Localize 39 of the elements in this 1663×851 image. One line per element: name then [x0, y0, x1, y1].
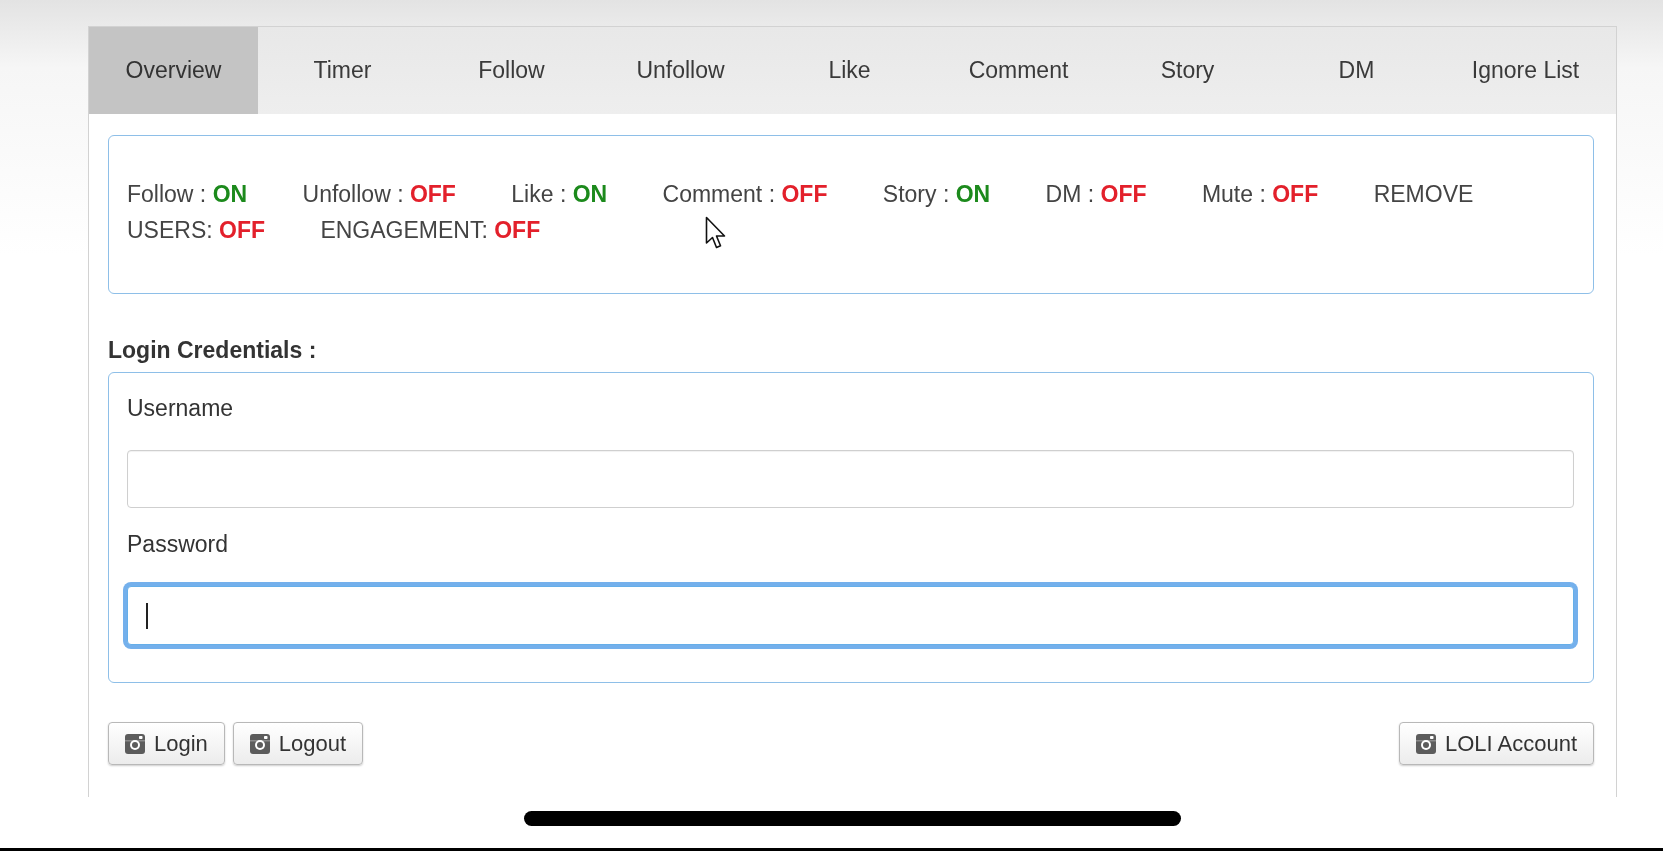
status-label: USERS:	[127, 217, 213, 243]
status-label: DM :	[1045, 181, 1095, 207]
status-value: OFF	[1100, 181, 1147, 207]
status-value: ON	[955, 181, 991, 207]
status-label: Comment :	[662, 181, 776, 207]
status-value: OFF	[1272, 181, 1319, 207]
status-label: REMOVE	[1373, 181, 1474, 207]
tab[interactable]: Follow	[427, 27, 596, 114]
tab[interactable]: Story	[1103, 27, 1272, 114]
status-label: Unfollow :	[302, 181, 404, 207]
field-label: Password	[127, 530, 228, 558]
tab[interactable]: DM	[1272, 27, 1441, 114]
tab[interactable]: Timer	[258, 27, 427, 114]
tab[interactable]: Unfollow	[596, 27, 765, 114]
account-button[interactable]: LOLI Account	[1398, 722, 1594, 765]
tab[interactable]: Overview	[89, 27, 258, 114]
field-label: Username	[127, 394, 234, 422]
status-label: Follow :	[127, 181, 207, 207]
status-value: OFF	[409, 181, 456, 207]
mouse-pointer-icon	[705, 216, 727, 250]
tab[interactable]: Ignore List	[1441, 27, 1610, 114]
account-button[interactable]: Login	[108, 722, 225, 765]
status-value: OFF	[219, 217, 266, 243]
section-heading: Login Credentials :	[108, 336, 317, 365]
camera-icon	[1415, 733, 1436, 754]
camera-icon	[249, 733, 270, 754]
status-value: ON	[212, 181, 248, 207]
tab[interactable]: Like	[765, 27, 934, 114]
status-label: Mute :	[1201, 181, 1266, 207]
status-label: ENGAGEMENT:	[320, 217, 488, 243]
status-value: OFF	[781, 181, 828, 207]
camera-icon	[125, 733, 145, 754]
account-button[interactable]: Logout	[232, 722, 364, 765]
input-field[interactable]	[127, 450, 1574, 508]
status-value: OFF	[494, 217, 541, 243]
status-value: ON	[572, 181, 608, 207]
status-label: Story :	[882, 181, 950, 207]
tab[interactable]: Comment	[934, 27, 1103, 114]
status-label: Like :	[511, 181, 567, 207]
